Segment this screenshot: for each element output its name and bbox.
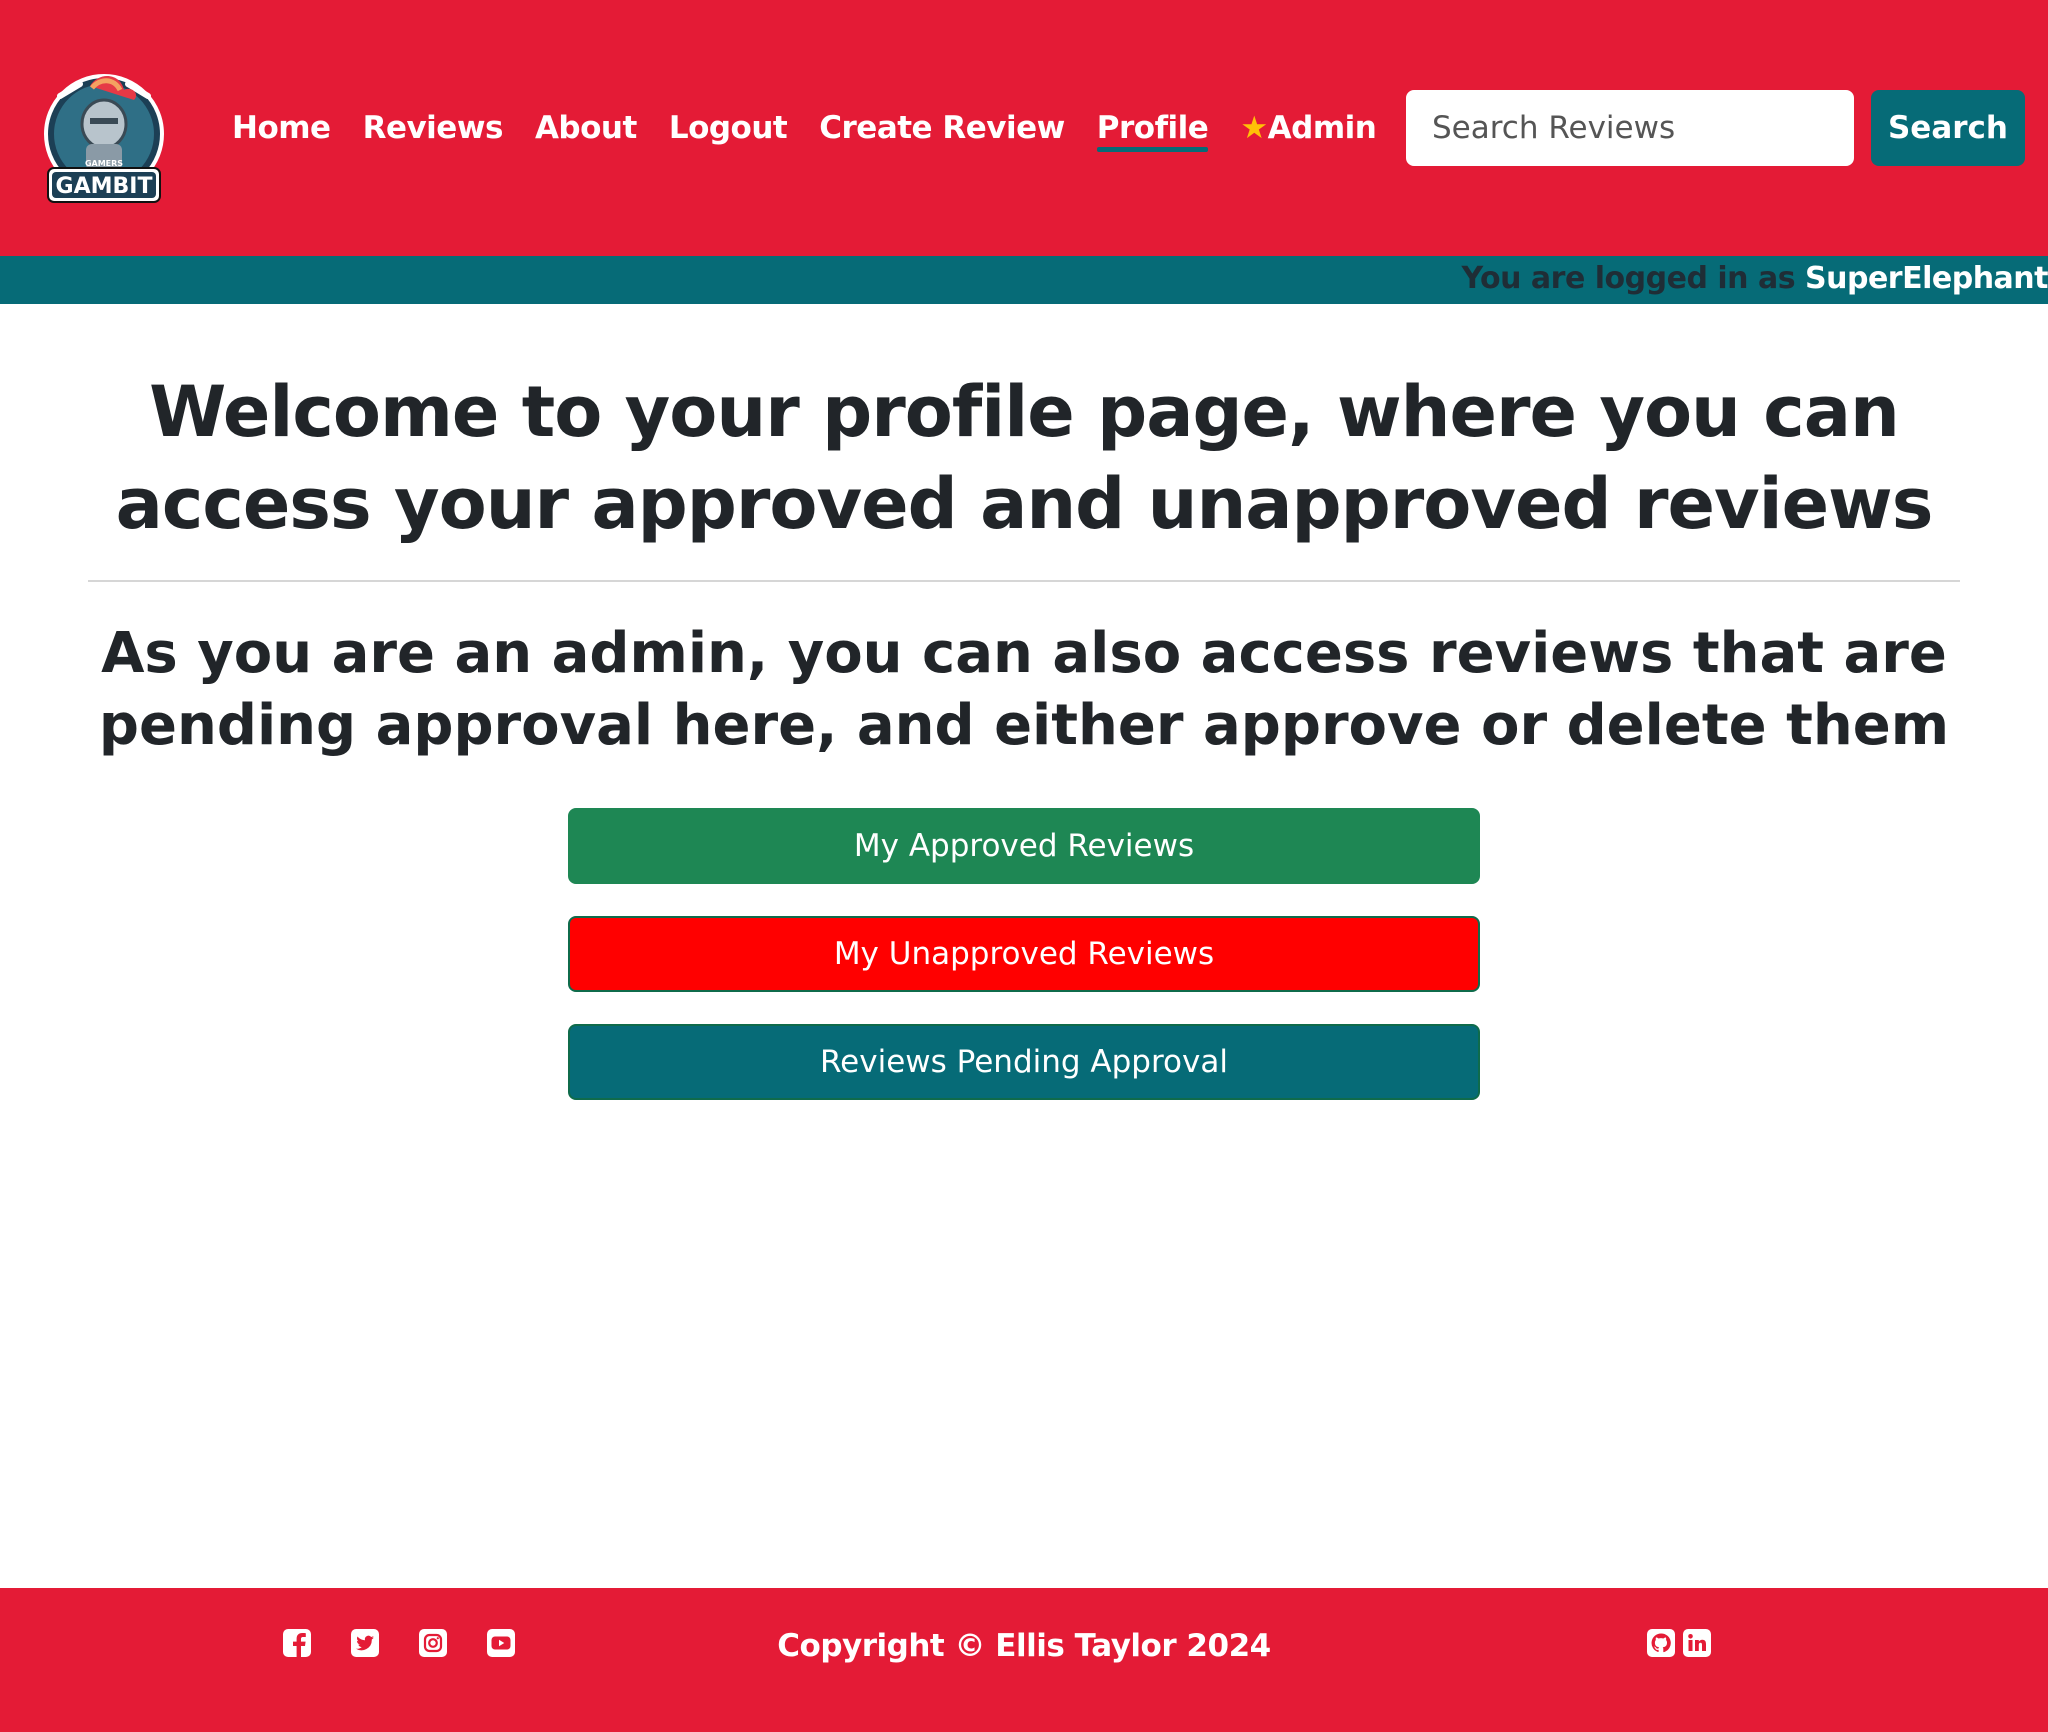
nav-home[interactable]: Home bbox=[232, 110, 331, 146]
my-approved-reviews-button[interactable]: My Approved Reviews bbox=[568, 808, 1480, 884]
search-input[interactable] bbox=[1406, 90, 1854, 166]
my-unapproved-reviews-button[interactable]: My Unapproved Reviews bbox=[568, 916, 1480, 992]
divider bbox=[88, 580, 1960, 582]
page-subtitle: As you are an admin, you can also access… bbox=[98, 621, 1950, 758]
site-footer: Copyright © Ellis Taylor 2024 bbox=[0, 1588, 2048, 1732]
main-nav: Home Reviews About Logout Create Review … bbox=[232, 104, 1408, 152]
copyright-text: Copyright © Ellis Taylor 2024 bbox=[777, 1628, 1271, 1664]
nav-reviews[interactable]: Reviews bbox=[363, 110, 504, 146]
linkedin-icon[interactable] bbox=[1682, 1628, 1712, 1658]
nav-admin[interactable]: ★Admin bbox=[1240, 110, 1376, 146]
youtube-icon[interactable] bbox=[486, 1628, 516, 1658]
twitter-icon[interactable] bbox=[350, 1628, 380, 1658]
facebook-icon[interactable] bbox=[282, 1628, 312, 1658]
github-icon[interactable] bbox=[1646, 1628, 1676, 1658]
logo-small-text: GAMERS bbox=[85, 159, 123, 168]
nav-logout[interactable]: Logout bbox=[669, 110, 788, 146]
page-title: Welcome to your profile page, where you … bbox=[115, 371, 1934, 545]
login-status-text: You are logged in as SuperElephant bbox=[1462, 261, 2048, 296]
instagram-icon[interactable] bbox=[418, 1628, 448, 1658]
login-status-bar: You are logged in as SuperElephant bbox=[0, 256, 2048, 304]
nav-create-review[interactable]: Create Review bbox=[819, 110, 1065, 146]
nav-profile[interactable]: Profile bbox=[1096, 110, 1209, 152]
site-header: GAMERS GAMBIT Home Reviews About Logout … bbox=[0, 0, 2048, 256]
nav-admin-label: Admin bbox=[1267, 110, 1377, 146]
search-button[interactable]: Search bbox=[1871, 90, 2025, 166]
reviews-pending-approval-button[interactable]: Reviews Pending Approval bbox=[568, 1024, 1480, 1100]
nav-about[interactable]: About bbox=[535, 110, 637, 146]
gamers-gambit-logo[interactable]: GAMERS GAMBIT bbox=[40, 64, 168, 212]
logo-text: GAMBIT bbox=[56, 174, 153, 199]
login-username: SuperElephant bbox=[1805, 261, 2048, 296]
login-status-prefix: You are logged in as bbox=[1461, 261, 1796, 296]
star-icon: ★ bbox=[1240, 110, 1268, 146]
